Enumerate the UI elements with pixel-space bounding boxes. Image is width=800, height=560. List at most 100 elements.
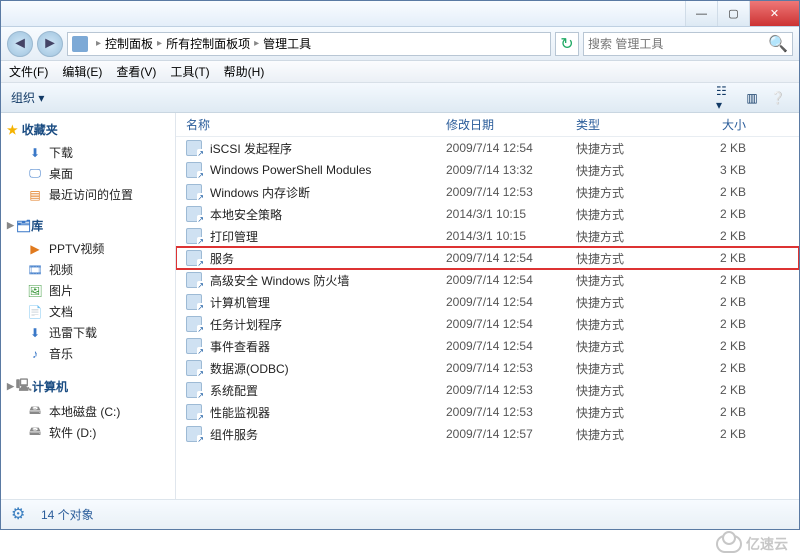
file-row[interactable]: 组件服务2009/7/14 12:57快捷方式2 KB [176, 423, 799, 445]
column-date[interactable]: 修改日期 [446, 116, 576, 133]
maximize-button[interactable]: ▢ [717, 1, 749, 26]
sidebar-favorites-header[interactable]: ★ 收藏夹 [7, 121, 169, 138]
sidebar-item-pptv[interactable]: ▶PPTV视频 [7, 238, 169, 259]
document-icon: 📄 [27, 304, 43, 320]
file-type: 快捷方式 [576, 206, 706, 223]
drive-icon: 🖴 [27, 425, 43, 441]
organize-button[interactable]: 组织 ▾ [11, 89, 44, 106]
menu-view[interactable]: 查看(V) [116, 63, 156, 80]
column-headers: 名称 修改日期 类型 大小 [176, 113, 799, 137]
help-button[interactable]: ❔ [767, 87, 789, 109]
control-panel-icon [72, 36, 88, 52]
close-button[interactable]: ✕ [749, 1, 799, 26]
search-input[interactable] [588, 37, 764, 51]
recent-icon: ▤ [27, 187, 43, 203]
file-row[interactable]: 打印管理2014/3/1 10:15快捷方式2 KB [176, 225, 799, 247]
file-name: 任务计划程序 [210, 316, 282, 333]
file-row[interactable]: 事件查看器2009/7/14 12:54快捷方式2 KB [176, 335, 799, 357]
minimize-button[interactable]: — [685, 1, 717, 26]
view-options-button[interactable]: ☷ ▾ [715, 87, 737, 109]
shortcut-icon [186, 250, 202, 266]
file-name: 事件查看器 [210, 338, 270, 355]
sidebar-item-xunlei[interactable]: ⬇迅雷下载 [7, 322, 169, 343]
file-row[interactable]: 高级安全 Windows 防火墙2009/7/14 12:54快捷方式2 KB [176, 269, 799, 291]
file-name: 数据源(ODBC) [210, 360, 289, 377]
search-box[interactable]: 🔍 [583, 32, 793, 56]
file-row[interactable]: Windows 内存诊断2009/7/14 12:53快捷方式2 KB [176, 181, 799, 203]
file-name: 计算机管理 [210, 294, 270, 311]
sidebar-item-drive-c[interactable]: 🖴本地磁盘 (C:) [7, 401, 169, 422]
file-row[interactable]: 计算机管理2009/7/14 12:54快捷方式2 KB [176, 291, 799, 313]
preview-pane-button[interactable]: ▥ [741, 87, 763, 109]
refresh-button[interactable]: ↻ [555, 32, 579, 56]
file-row[interactable]: 系统配置2009/7/14 12:53快捷方式2 KB [176, 379, 799, 401]
sidebar-computer-header[interactable]: ▶ 🖳 计算机 [7, 376, 169, 397]
file-size: 2 KB [706, 317, 766, 331]
file-row[interactable]: 本地安全策略2014/3/1 10:15快捷方式2 KB [176, 203, 799, 225]
shortcut-icon [186, 338, 202, 354]
file-date: 2009/7/14 12:53 [446, 405, 576, 419]
breadcrumb-item[interactable]: 管理工具 [263, 35, 311, 52]
shortcut-icon [186, 184, 202, 200]
file-type: 快捷方式 [576, 162, 706, 179]
expand-icon: ▶ [7, 381, 14, 392]
file-name: 组件服务 [210, 426, 258, 443]
gear-icon: ⚙ [11, 504, 33, 526]
file-size: 2 KB [706, 383, 766, 397]
column-name[interactable]: 名称 [186, 116, 446, 133]
explorer-body: ★ 收藏夹 ⬇下载 🖵桌面 ▤最近访问的位置 ▶ 🗂 库 ▶PPTV视频 🎞视频… [1, 113, 799, 499]
sidebar-item-documents[interactable]: 📄文档 [7, 301, 169, 322]
file-type: 快捷方式 [576, 250, 706, 267]
file-name: Windows 内存诊断 [210, 184, 310, 201]
file-row[interactable]: Windows PowerShell Modules2009/7/14 13:3… [176, 159, 799, 181]
sidebar-item-videos[interactable]: 🎞视频 [7, 259, 169, 280]
back-button[interactable]: ◄ [7, 31, 33, 57]
sidebar-item-recent[interactable]: ▤最近访问的位置 [7, 184, 169, 205]
breadcrumb[interactable]: ▸ 控制面板 ▸ 所有控制面板项 ▸ 管理工具 [67, 32, 551, 56]
column-size[interactable]: 大小 [706, 116, 766, 133]
breadcrumb-item[interactable]: 控制面板 [105, 35, 153, 52]
sidebar-item-pictures[interactable]: 🖼图片 [7, 280, 169, 301]
file-size: 2 KB [706, 207, 766, 221]
sidebar-item-drive-d[interactable]: 🖴软件 (D:) [7, 422, 169, 443]
video-icon: 🎞 [27, 262, 43, 278]
navigation-pane: ★ 收藏夹 ⬇下载 🖵桌面 ▤最近访问的位置 ▶ 🗂 库 ▶PPTV视频 🎞视频… [1, 113, 176, 499]
chevron-right-icon: ▸ [96, 38, 101, 49]
file-row[interactable]: iSCSI 发起程序2009/7/14 12:54快捷方式2 KB [176, 137, 799, 159]
column-type[interactable]: 类型 [576, 116, 706, 133]
shortcut-icon [186, 360, 202, 376]
watermark: 亿速云 [716, 534, 788, 554]
shortcut-icon [186, 316, 202, 332]
menu-help[interactable]: 帮助(H) [224, 63, 265, 80]
sidebar-item-desktop[interactable]: 🖵桌面 [7, 163, 169, 184]
shortcut-icon [186, 294, 202, 310]
menu-file[interactable]: 文件(F) [9, 63, 48, 80]
file-size: 2 KB [706, 273, 766, 287]
shortcut-icon [186, 140, 202, 156]
file-type: 快捷方式 [576, 404, 706, 421]
music-icon: ♪ [27, 346, 43, 362]
file-row[interactable]: 任务计划程序2009/7/14 12:54快捷方式2 KB [176, 313, 799, 335]
breadcrumb-item[interactable]: 所有控制面板项 [166, 35, 250, 52]
file-row[interactable]: 性能监视器2009/7/14 12:53快捷方式2 KB [176, 401, 799, 423]
pptv-icon: ▶ [27, 241, 43, 257]
menu-edit[interactable]: 编辑(E) [62, 63, 102, 80]
star-icon: ★ [7, 123, 18, 137]
forward-button[interactable]: ► [37, 31, 63, 57]
file-date: 2009/7/14 12:53 [446, 361, 576, 375]
menu-tools[interactable]: 工具(T) [170, 63, 209, 80]
file-type: 快捷方式 [576, 228, 706, 245]
shortcut-icon [186, 426, 202, 442]
file-row[interactable]: 数据源(ODBC)2009/7/14 12:53快捷方式2 KB [176, 357, 799, 379]
toolbar: 组织 ▾ ☷ ▾ ▥ ❔ [1, 83, 799, 113]
sidebar-libraries-header[interactable]: ▶ 🗂 库 [7, 217, 169, 234]
file-row[interactable]: 服务2009/7/14 12:54快捷方式2 KB [176, 247, 799, 269]
download-icon: ⬇ [27, 145, 43, 161]
sidebar-item-downloads[interactable]: ⬇下载 [7, 142, 169, 163]
file-type: 快捷方式 [576, 140, 706, 157]
computer-icon: 🖳 [16, 376, 32, 397]
file-name: 高级安全 Windows 防火墙 [210, 272, 349, 289]
drive-icon: 🖴 [27, 404, 43, 420]
file-date: 2009/7/14 12:53 [446, 185, 576, 199]
sidebar-item-music[interactable]: ♪音乐 [7, 343, 169, 364]
